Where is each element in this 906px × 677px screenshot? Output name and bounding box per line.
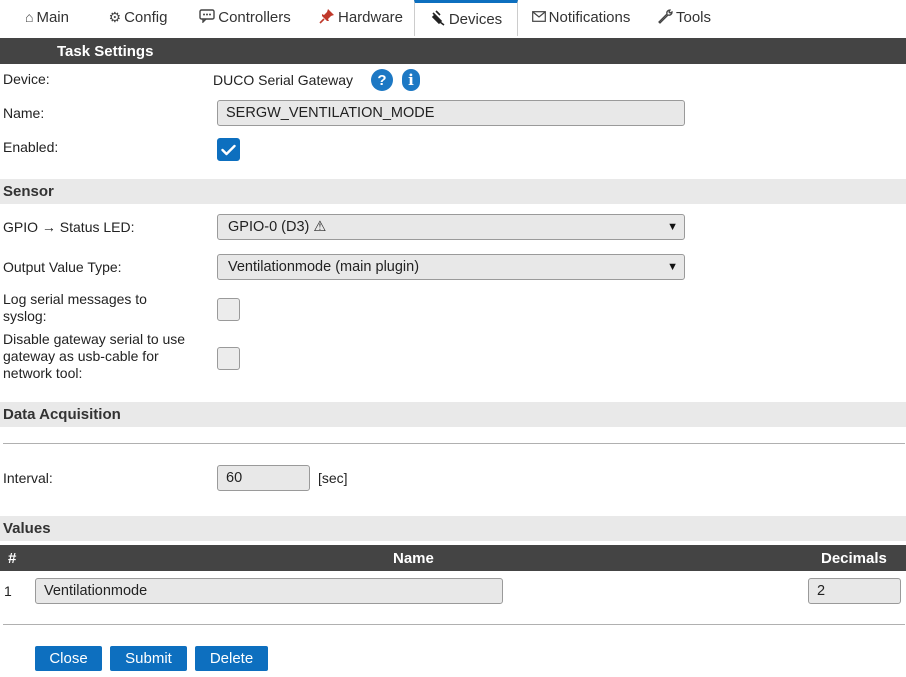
interval-unit: [sec]	[318, 470, 348, 486]
log-serial-checkbox[interactable]	[217, 298, 240, 321]
tab-config[interactable]: ⚙ Config	[94, 0, 182, 34]
divider	[3, 624, 905, 625]
column-decimals: Decimals	[821, 549, 887, 567]
gpio-select-value: GPIO-0 (D3) ⚠	[228, 219, 327, 235]
enabled-label: Enabled:	[3, 139, 59, 155]
disable-gateway-label: Disable gateway serial to use gateway as…	[3, 331, 186, 381]
pin-icon	[319, 8, 335, 27]
home-icon: ⌂	[25, 9, 34, 25]
info-icon[interactable]: i	[402, 69, 420, 91]
tab-controllers-label: Controllers	[218, 8, 291, 26]
submit-button[interactable]: Submit	[110, 646, 187, 671]
chevron-down-icon: ▼	[667, 221, 678, 233]
tab-hardware-label: Hardware	[337, 8, 404, 26]
top-nav-tabs: ⌂ Main ⚙ Config Controllers Hardware Dev…	[0, 0, 906, 36]
output-type-select[interactable]: Ventilationmode (main plugin) ▼	[217, 254, 685, 280]
delete-button[interactable]: Delete	[195, 646, 268, 671]
output-type-label: Output Value Type:	[3, 259, 122, 275]
device-label: Device:	[3, 71, 50, 87]
tab-notifications-label: Notifications	[548, 8, 631, 26]
values-table-header: # Name Decimals	[0, 545, 906, 571]
tab-controllers[interactable]: Controllers	[182, 0, 308, 34]
tab-main-label: Main	[36, 8, 69, 26]
tab-hardware[interactable]: Hardware	[308, 0, 414, 34]
row-number: 1	[4, 583, 12, 599]
chat-icon	[199, 8, 215, 26]
values-header: Values	[0, 516, 906, 541]
name-label: Name:	[3, 105, 45, 121]
name-input[interactable]: SERGW_VENTILATION_MODE	[217, 100, 685, 126]
chevron-down-icon: ▼	[667, 261, 678, 273]
task-settings-header: Task Settings	[0, 38, 906, 64]
log-serial-label: Log serial messages to syslog:	[3, 291, 147, 324]
gpio-select[interactable]: GPIO-0 (D3) ⚠ ▼	[217, 214, 685, 240]
tab-main[interactable]: ⌂ Main	[0, 0, 94, 34]
divider	[3, 443, 905, 444]
column-num: #	[8, 549, 17, 567]
tab-devices-label: Devices	[448, 11, 503, 28]
interval-input[interactable]: 60	[217, 465, 310, 491]
checkmark-icon	[221, 144, 236, 155]
value-name-input[interactable]: Ventilationmode	[35, 578, 503, 604]
enabled-checkbox[interactable]	[217, 138, 240, 161]
envelope-icon	[531, 9, 546, 25]
decimals-input[interactable]: 2	[808, 578, 901, 604]
data-acquisition-header: Data Acquisition	[0, 402, 906, 427]
tab-config-label: Config	[124, 8, 168, 26]
column-name: Name	[393, 549, 434, 567]
tab-devices[interactable]: Devices	[414, 0, 518, 36]
output-type-select-value: Ventilationmode (main plugin)	[228, 259, 420, 275]
help-icon[interactable]: ?	[371, 69, 393, 91]
tab-tools[interactable]: Tools	[644, 0, 724, 34]
gear-icon: ⚙	[108, 8, 122, 25]
tab-tools-label: Tools	[675, 8, 712, 26]
tab-notifications[interactable]: Notifications	[518, 0, 644, 34]
device-value: DUCO Serial Gateway	[213, 72, 354, 88]
sensor-header: Sensor	[0, 179, 906, 204]
wrench-icon	[657, 8, 673, 27]
gpio-label: GPIO → Status LED:	[3, 219, 135, 235]
interval-label: Interval:	[3, 470, 53, 486]
disable-gateway-checkbox[interactable]	[217, 347, 240, 370]
close-button[interactable]: Close	[35, 646, 102, 671]
plug-icon	[430, 10, 446, 29]
